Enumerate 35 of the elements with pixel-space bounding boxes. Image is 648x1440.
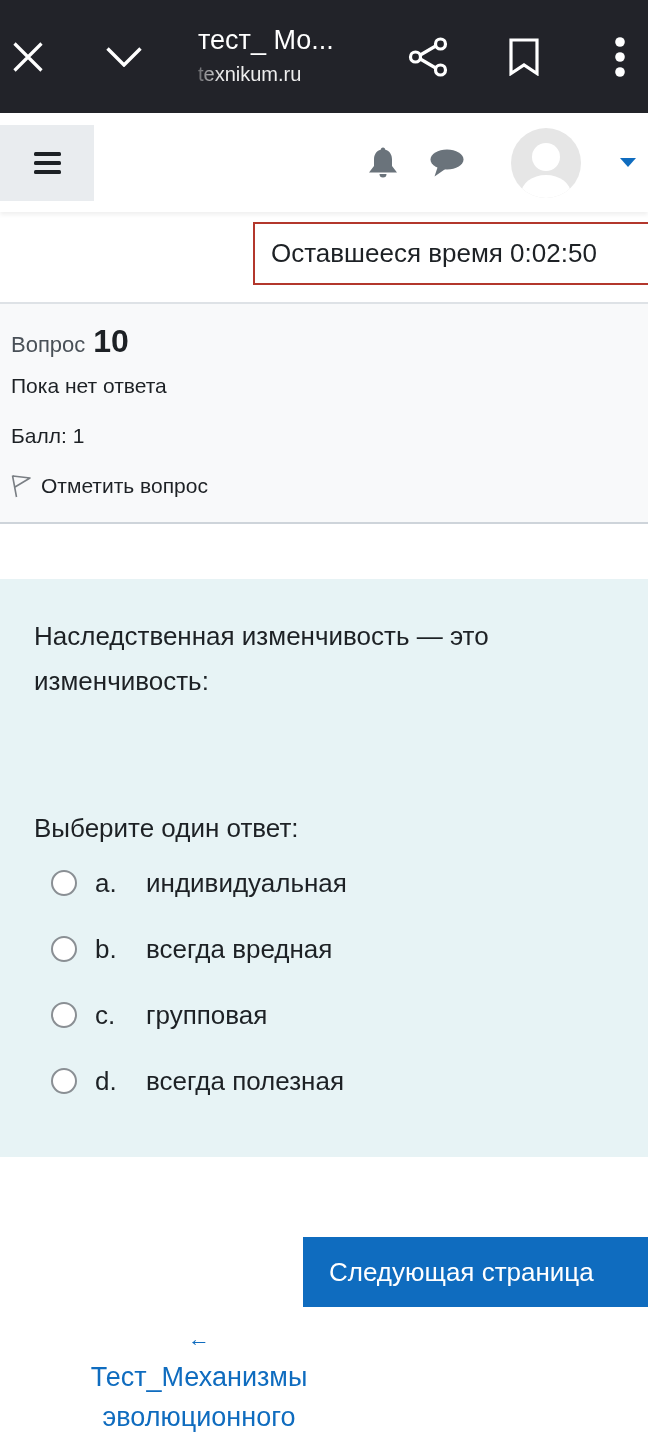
page-title: тест_ Мо... xyxy=(198,23,334,56)
caret-icon[interactable] xyxy=(620,158,636,167)
question-label: Вопрос xyxy=(11,332,86,358)
question-text: Наследственная изменчивость — это изменчивость: xyxy=(34,620,490,698)
chat-icon[interactable] xyxy=(430,148,464,177)
option-letter: b. xyxy=(95,933,118,965)
option-letter: d. xyxy=(95,1065,118,1097)
radio-button[interactable] xyxy=(51,1002,77,1028)
option-label[interactable]: индивидуальная xyxy=(146,867,347,899)
radio-button[interactable] xyxy=(51,936,77,962)
flag-icon[interactable] xyxy=(11,474,31,498)
page-url: texnikum.ru xyxy=(198,61,303,86)
menu-icon xyxy=(33,151,61,174)
option-label[interactable]: групповая xyxy=(146,999,268,1031)
question-number: 10 xyxy=(93,323,129,360)
share-icon[interactable] xyxy=(408,36,448,77)
answer-prompt: Выберите один ответ: xyxy=(34,812,300,845)
menu-button[interactable] xyxy=(0,124,94,201)
previous-page-link[interactable]: ← Тест_Механизмы эволюционного xyxy=(64,1321,334,1437)
close-icon[interactable] xyxy=(13,41,43,72)
option-label[interactable]: всегда вредная xyxy=(146,933,333,965)
option-letter: c. xyxy=(95,999,117,1031)
radio-button[interactable] xyxy=(51,1068,77,1094)
bookmark-icon[interactable] xyxy=(509,37,539,76)
radio-button[interactable] xyxy=(51,870,77,896)
question-state: Пока нет ответа xyxy=(11,374,167,398)
bell-icon[interactable] xyxy=(368,146,398,179)
flag-question-link[interactable]: Отметить вопрос xyxy=(41,474,208,498)
next-page-button[interactable]: Следующая страница xyxy=(303,1237,648,1307)
option-label[interactable]: всегда полезная xyxy=(146,1065,344,1097)
time-remaining: Оставшееся время 0:02:50 xyxy=(253,222,648,285)
question-grade: Балл: 1 xyxy=(11,424,85,448)
chevron-down-icon[interactable] xyxy=(106,46,142,67)
more-options-icon[interactable] xyxy=(615,36,625,77)
option-letter: a. xyxy=(95,867,118,899)
